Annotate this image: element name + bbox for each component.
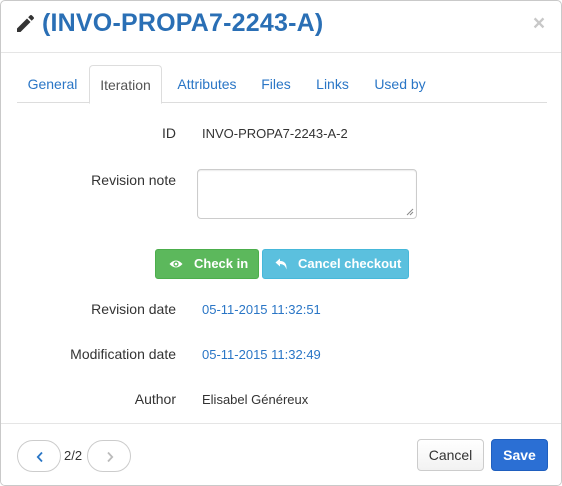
- dialog-header: (INVO-PROPA7-2243-A) ×: [1, 1, 561, 53]
- modification-date-label: Modification date: [70, 346, 176, 362]
- cancel-checkout-button[interactable]: Cancel checkout: [262, 249, 409, 279]
- dialog-title: (INVO-PROPA7-2243-A): [42, 9, 324, 37]
- chevron-left-icon: [36, 451, 43, 463]
- resize-grip-icon[interactable]: [406, 208, 414, 216]
- revision-note-field[interactable]: [197, 169, 417, 219]
- previous-iteration-button[interactable]: [17, 440, 61, 472]
- tab-used-by[interactable]: Used by: [369, 65, 431, 103]
- tab-bar: General Iteration Attributes Files Links…: [17, 65, 547, 104]
- tab-general[interactable]: General: [17, 65, 88, 103]
- check-in-button[interactable]: Check in: [155, 249, 259, 279]
- tab-files[interactable]: Files: [253, 65, 299, 103]
- save-button[interactable]: Save: [491, 439, 548, 471]
- iteration-pager-count: 2/2: [64, 448, 83, 463]
- next-iteration-button[interactable]: [87, 440, 131, 472]
- revision-date-value: 05-11-2015 11:32:51: [202, 302, 321, 317]
- chevron-right-icon: [107, 451, 114, 463]
- pencil-icon: [17, 14, 35, 32]
- tab-iteration[interactable]: Iteration: [89, 65, 162, 104]
- id-value: INVO-PROPA7-2243-A-2: [202, 126, 348, 141]
- close-icon[interactable]: ×: [529, 12, 549, 36]
- dialog-footer: 2/2 Cancel Save: [1, 423, 561, 485]
- tab-links[interactable]: Links: [309, 65, 356, 103]
- modification-date-value: 05-11-2015 11:32:49: [202, 347, 321, 362]
- id-label: ID: [162, 125, 176, 141]
- eye-icon: [169, 260, 183, 268]
- check-in-label: Check in: [194, 256, 249, 271]
- revision-date-label: Revision date: [91, 301, 176, 317]
- revision-note-label: Revision note: [91, 172, 176, 188]
- edit-part-dialog: (INVO-PROPA7-2243-A) × General Iteration…: [0, 0, 562, 486]
- author-value: Elisabel Généreux: [202, 392, 309, 407]
- author-label: Author: [134, 391, 176, 407]
- cancel-button[interactable]: Cancel: [417, 439, 484, 471]
- undo-arrow-icon: [275, 258, 287, 270]
- tab-attributes[interactable]: Attributes: [168, 65, 246, 103]
- cancel-checkout-label: Cancel checkout: [298, 256, 402, 271]
